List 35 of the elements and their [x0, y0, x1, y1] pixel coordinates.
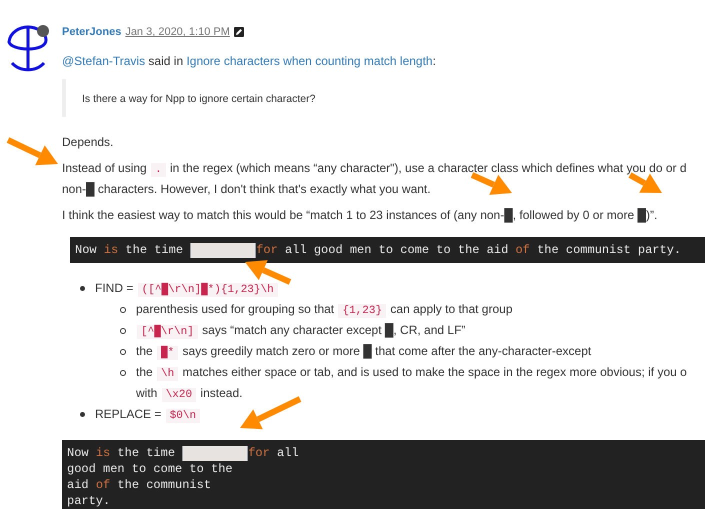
- link[interactable]: Ignore characters when counting match length: [186, 54, 433, 68]
- text-line: Instead of using . in the regex (which means “any character"), use a character class which defines what you do or d: [62, 160, 687, 180]
- bullet-icon: [80, 412, 85, 418]
- list-item-text: FIND = ([^█\r\n]█*){1,23}\h: [95, 279, 279, 300]
- inline-code: .: [151, 163, 166, 178]
- text-line: I think the easiest way to match this would be “match 1 to 23 instances of (any non-█, followed by 0 or more █)”.: [62, 207, 658, 225]
- annotation-arrow: [240, 396, 302, 430]
- bullet-icon: [80, 286, 85, 292]
- bullet-icon: [120, 307, 126, 314]
- inline-code: \h: [157, 367, 178, 382]
- list-item-text: [^█\r\n] says “match any character except █, CR, and LF”: [136, 321, 466, 342]
- inline-code: [^█\r\n]: [137, 325, 198, 340]
- bullet-icon: [120, 370, 126, 376]
- text-line: Depends.: [62, 134, 114, 152]
- inline-code: ([^█\r\n]█*){1,23}\h: [138, 283, 278, 298]
- list-item-text: the █* says greedily match zero or more █ that come after the any-character-except: [136, 343, 592, 362]
- author-link[interactable]: PeterJones: [62, 24, 122, 40]
- inline-code: █*: [157, 346, 178, 360]
- inline-code: \x20: [162, 388, 196, 402]
- quote-attribution: @Stefan-Travis said in Ignore characters when counting match length:: [62, 52, 437, 70]
- list-item-text: REPLACE = $0\n: [95, 405, 202, 426]
- quote-text: Is there a way for Npp to ignore certain character?: [82, 92, 316, 104]
- code-block: Now is the time for all good men to come to the aid of the communist party.: [70, 237, 705, 264]
- annotation-arrow: [470, 172, 512, 195]
- list-item-text: the \h matches either space or tab, and is used to make the space in the regex more obvious; if you o with \x20 instead.: [136, 364, 687, 404]
- link[interactable]: @Stefan-Travis: [62, 54, 146, 68]
- bullet-icon: [120, 328, 126, 334]
- annotation-arrow: [6, 137, 58, 166]
- text-line: non-█ characters. However, I don't think that's exactly what you want.: [62, 181, 431, 199]
- inline-code: $0\n: [166, 409, 200, 424]
- bullet-icon: [120, 349, 126, 356]
- list-item-text: parenthesis used for grouping so that {1,23} can apply to that group: [136, 301, 512, 320]
- post-timestamp[interactable]: Jan 3, 2020, 1:10 PM: [125, 24, 230, 40]
- code-block: Now is the time for all good men to come to the aid of the communist party.: [62, 440, 705, 509]
- inline-code: {1,23}: [338, 304, 386, 318]
